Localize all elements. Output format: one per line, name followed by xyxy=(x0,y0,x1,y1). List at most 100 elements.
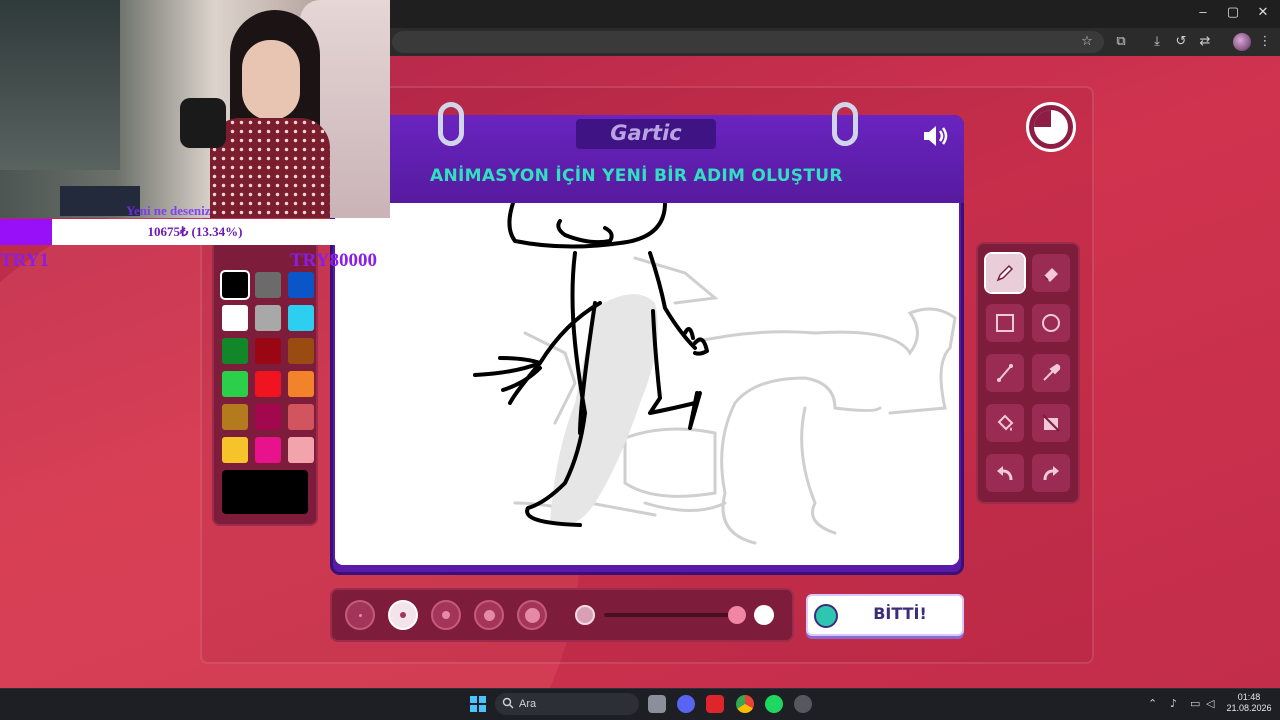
task-view-icon[interactable] xyxy=(648,695,666,713)
taskbar-clock[interactable]: 01:48 21.08.2026 xyxy=(1222,692,1276,714)
line-icon xyxy=(997,364,1013,382)
eyedropper-icon xyxy=(1043,363,1061,381)
fill-tool[interactable] xyxy=(986,404,1024,442)
color-swatch[interactable] xyxy=(222,404,248,430)
brush-size-3[interactable] xyxy=(431,600,461,630)
ellipse-icon xyxy=(1042,314,1060,332)
extensions-icon[interactable]: ⧉ xyxy=(1112,33,1130,51)
rectangle-tool[interactable] xyxy=(986,304,1024,342)
pencil-icon xyxy=(996,264,1014,282)
redo-icon xyxy=(1043,466,1059,481)
instruction-text: ANİMASYON İÇİN YENİ BİR ADIM OLUŞTUR xyxy=(430,166,843,186)
browser-menu-icon[interactable]: ⋮ xyxy=(1256,33,1274,51)
brush-size-4[interactable] xyxy=(474,600,504,630)
size-dot xyxy=(483,609,495,621)
maximize-button[interactable]: ▢ xyxy=(1218,4,1248,20)
history-icon[interactable]: ↺ xyxy=(1172,33,1190,51)
address-bar[interactable] xyxy=(392,31,1104,53)
current-color-preview xyxy=(222,470,308,514)
color-swatch[interactable] xyxy=(255,338,281,364)
color-swatch[interactable] xyxy=(255,305,281,331)
color-swatch[interactable] xyxy=(222,338,248,364)
profile-avatar[interactable] xyxy=(1233,33,1251,51)
no-fill-tool[interactable] xyxy=(1032,404,1070,442)
line-tool[interactable] xyxy=(986,354,1024,392)
bookmark-star-icon[interactable]: ☆ xyxy=(1078,33,1096,51)
opacity-slider-handle[interactable] xyxy=(728,606,746,624)
undo-tool[interactable] xyxy=(986,454,1024,492)
round-timer xyxy=(1026,102,1076,152)
color-swatch[interactable] xyxy=(255,371,281,397)
redo-tool[interactable] xyxy=(1032,454,1070,492)
color-swatch[interactable] xyxy=(288,371,314,397)
binder-ring-right xyxy=(832,102,858,146)
gartic-logo: Gartic xyxy=(610,121,682,145)
spotify-icon[interactable] xyxy=(765,695,783,713)
fill-icon xyxy=(997,414,1014,431)
color-swatch[interactable] xyxy=(255,272,281,298)
windows-start-icon[interactable] xyxy=(470,696,486,712)
color-swatch[interactable] xyxy=(288,404,314,430)
minimize-button[interactable]: – xyxy=(1188,4,1218,19)
eyedropper-tool[interactable] xyxy=(1032,354,1070,392)
volume-icon[interactable]: ◁ xyxy=(1206,697,1214,710)
done-button-label: BİTTİ! xyxy=(873,604,927,623)
no-fill-icon xyxy=(1042,414,1060,432)
app-icon[interactable] xyxy=(706,695,724,713)
chrome-icon[interactable] xyxy=(736,695,754,713)
size-dot xyxy=(358,613,362,617)
brush-size-2[interactable] xyxy=(388,600,418,630)
search-placeholder: Ara xyxy=(519,698,537,710)
rectangle-icon xyxy=(996,314,1014,332)
eraser-icon xyxy=(1043,268,1058,282)
color-swatch[interactable] xyxy=(222,437,248,463)
tray-chevron-icon[interactable]: ⌃ xyxy=(1148,697,1157,710)
discord-icon[interactable] xyxy=(677,695,695,713)
download-icon[interactable]: ⤓ xyxy=(1148,33,1166,51)
color-swatch[interactable] xyxy=(222,371,248,397)
goal-min-label: TRY1 xyxy=(0,250,49,271)
goal-max-label: TRY80000 xyxy=(290,250,377,271)
taskbar xyxy=(0,688,1280,720)
search-icon xyxy=(502,697,514,709)
size-dot xyxy=(524,607,540,623)
binder-ring-left xyxy=(438,102,464,146)
brush-size-5[interactable] xyxy=(517,600,547,630)
color-swatch[interactable] xyxy=(255,404,281,430)
size-dot xyxy=(442,611,450,619)
pencil-tool[interactable] xyxy=(984,252,1026,294)
cam-dress xyxy=(210,118,330,218)
donation-goal-text: 10675₺ (13.34%) xyxy=(147,224,243,239)
color-swatch[interactable] xyxy=(288,272,314,298)
webcam-overlay xyxy=(0,0,390,218)
color-swatch[interactable] xyxy=(222,305,248,331)
translate-icon[interactable]: ⇄ xyxy=(1196,33,1214,51)
obs-icon[interactable] xyxy=(794,695,812,713)
brush-size-1[interactable] xyxy=(345,600,375,630)
color-swatch[interactable] xyxy=(220,270,250,300)
color-swatch[interactable] xyxy=(288,305,314,331)
drawing-canvas[interactable] xyxy=(335,203,959,553)
color-swatch[interactable] xyxy=(288,338,314,364)
sound-icon[interactable] xyxy=(922,124,950,148)
size-dot xyxy=(400,612,406,618)
opacity-max-marker xyxy=(754,605,774,625)
taskbar-search[interactable] xyxy=(495,693,639,715)
microphone-icon[interactable]: ♪ xyxy=(1170,697,1177,710)
cam-caption: Yeni ne deseniz xyxy=(126,203,211,218)
clock-time: 01:48 xyxy=(1237,692,1261,702)
color-swatch[interactable] xyxy=(288,437,314,463)
cam-face xyxy=(242,40,300,120)
network-icon[interactable]: ▭ xyxy=(1190,697,1200,710)
cam-monitor xyxy=(0,0,120,170)
check-icon xyxy=(814,604,838,628)
eraser-tool[interactable] xyxy=(1032,254,1070,292)
opacity-min-marker xyxy=(575,605,595,625)
opacity-slider[interactable] xyxy=(604,613,738,617)
cam-microphone xyxy=(180,98,226,148)
clock-date: 21.08.2026 xyxy=(1226,703,1272,713)
close-button[interactable]: ✕ xyxy=(1248,4,1278,20)
color-swatch[interactable] xyxy=(255,437,281,463)
undo-icon xyxy=(997,466,1013,481)
ellipse-tool[interactable] xyxy=(1032,304,1070,342)
